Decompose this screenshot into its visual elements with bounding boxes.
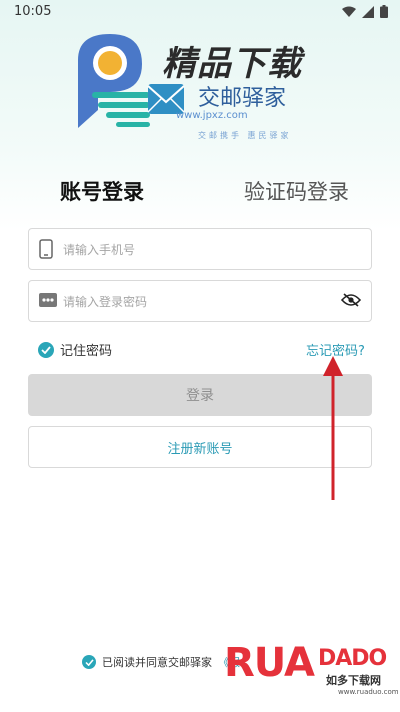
agreement-text: 已阅读并同意交邮驿家 xyxy=(102,656,212,669)
phone-icon xyxy=(39,239,53,259)
app-logo: 精品下载 交邮驿家 www.jpxz.com 交邮携手 惠民驿家 xyxy=(70,30,340,140)
watermark-logo-tail: DADO xyxy=(318,646,387,671)
agreement-checkbox[interactable]: 已阅读并同意交邮驿家 《服 xyxy=(82,654,240,670)
password-icon xyxy=(39,293,57,307)
wifi-icon xyxy=(342,6,356,17)
remember-password-checkbox[interactable]: 记住密码 xyxy=(38,340,112,359)
eye-off-icon[interactable] xyxy=(341,293,361,307)
status-icons xyxy=(342,5,388,18)
logo-big-text: 精品下载 xyxy=(162,44,302,84)
logo-app-name: 交邮驿家 xyxy=(198,86,287,111)
status-bar: 10:05 xyxy=(0,0,400,24)
battery-icon xyxy=(380,5,388,18)
agreement-check-icon xyxy=(82,655,96,669)
tab-account-login[interactable]: 账号登录 xyxy=(60,176,144,206)
password-field[interactable]: 请输入登录密码 xyxy=(28,280,372,322)
status-time: 10:05 xyxy=(14,4,52,19)
remember-password-label: 记住密码 xyxy=(60,344,113,359)
watermark-subtitle: 如多下载网 xyxy=(326,674,381,687)
signal-icon xyxy=(362,5,374,18)
logo-slogan: 交邮携手 惠民驿家 xyxy=(198,131,292,140)
phone-placeholder: 请输入手机号 xyxy=(63,243,136,257)
logo-url: www.jpxz.com xyxy=(176,110,248,121)
check-icon xyxy=(38,341,54,358)
red-arrow-annotation xyxy=(323,356,343,500)
phone-field[interactable]: 请输入手机号 xyxy=(28,228,372,270)
tab-code-login[interactable]: 验证码登录 xyxy=(244,176,349,206)
watermark-logo: RUA xyxy=(224,640,315,686)
watermark-url: www.ruaduo.com xyxy=(338,688,399,696)
password-placeholder: 请输入登录密码 xyxy=(63,295,148,309)
